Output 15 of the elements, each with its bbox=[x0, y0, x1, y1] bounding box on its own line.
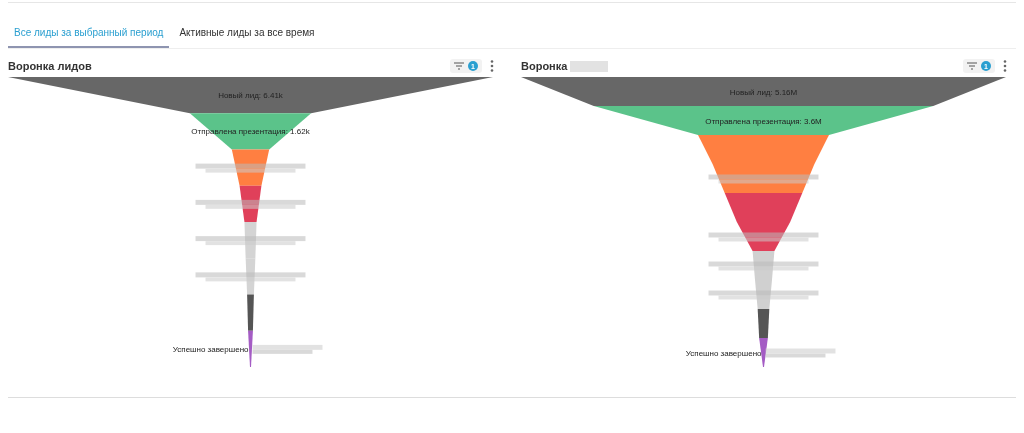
tab[interactable]: Активные лиды за все время bbox=[173, 23, 321, 48]
panel-title: Воронка лидов bbox=[8, 60, 92, 72]
stage-label: Отправлена презентация: 3.6M bbox=[705, 116, 822, 126]
redacted-label bbox=[765, 348, 836, 358]
redacted-title bbox=[570, 60, 609, 72]
redacted-label bbox=[252, 344, 323, 354]
filter-icon bbox=[454, 62, 464, 70]
stage-label: Успешно завершено bbox=[685, 348, 762, 358]
stage-label: Новый лид: 5.16M bbox=[729, 87, 798, 97]
stage-label: Успешно завершено bbox=[172, 344, 249, 354]
filter-icon bbox=[967, 62, 977, 70]
more-icon[interactable] bbox=[1003, 60, 1007, 72]
tab[interactable]: Все лиды за выбранный период bbox=[8, 23, 170, 48]
more-icon[interactable] bbox=[490, 60, 494, 72]
panel-title: Воронка bbox=[521, 60, 568, 72]
